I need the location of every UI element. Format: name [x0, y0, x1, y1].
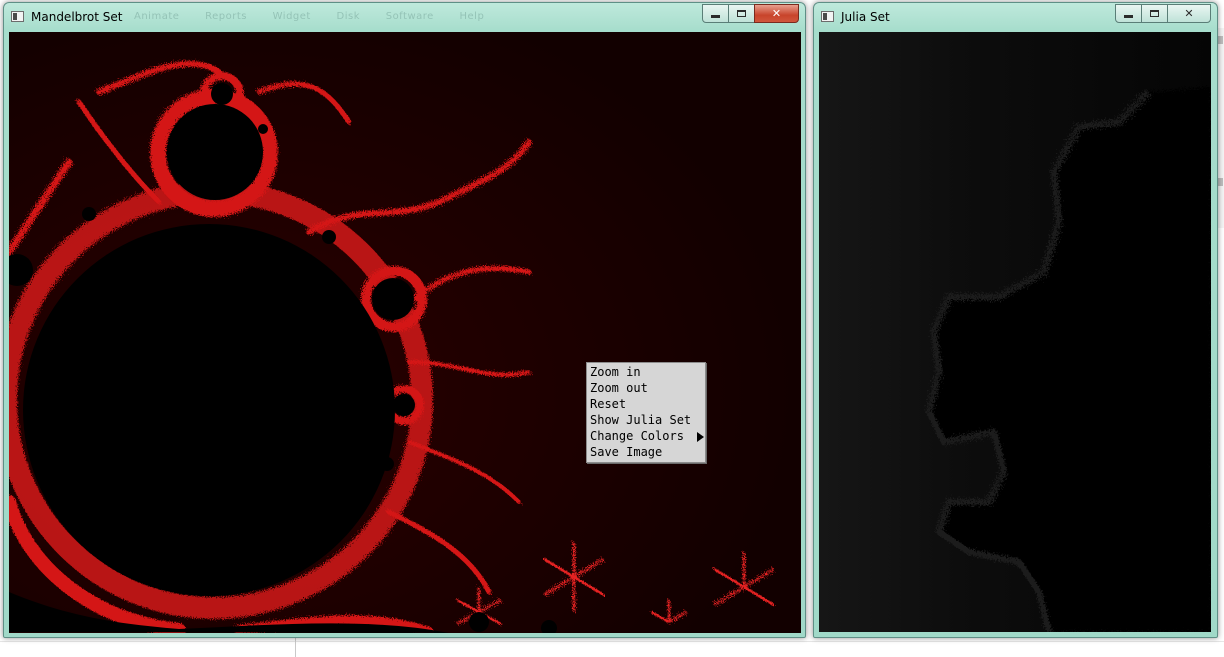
ghost-menu-item: Animate	[134, 11, 180, 22]
ghost-menu-bar: Animate Reports Widget Disk Software Hel…	[134, 11, 506, 22]
menu-item-reset[interactable]: Reset	[587, 396, 705, 412]
submenu-arrow-icon	[697, 432, 704, 442]
menu-item-label: Zoom out	[590, 381, 648, 395]
window-controls: ✕	[1115, 4, 1211, 23]
julia-canvas[interactable]	[819, 32, 1211, 632]
maximize-button[interactable]	[1141, 4, 1168, 23]
ghost-menu-item: Widget	[272, 11, 311, 22]
menu-item-show-julia-set[interactable]: Show Julia Set	[587, 412, 705, 428]
minimize-icon	[1124, 15, 1133, 18]
julia-window-title: Julia Set	[841, 10, 890, 24]
mandelbrot-canvas[interactable]	[9, 32, 801, 633]
maximize-icon	[737, 10, 746, 17]
context-menu: Zoom in Zoom out Reset Show Julia Set Ch…	[586, 362, 706, 463]
menu-item-zoom-out[interactable]: Zoom out	[587, 380, 705, 396]
close-button[interactable]: ✕	[754, 4, 799, 23]
minimize-button[interactable]	[1115, 4, 1142, 23]
menu-item-zoom-in[interactable]: Zoom in	[587, 364, 705, 380]
julia-render	[819, 32, 1211, 632]
minimize-button[interactable]	[702, 4, 729, 23]
ghost-menu-item: Disk	[336, 11, 361, 22]
ghost-menu-item: Help	[459, 11, 485, 22]
mandelbrot-window-title: Mandelbrot Set	[31, 10, 123, 24]
julia-titlebar[interactable]: Julia Set ✕	[814, 3, 1217, 31]
minimize-icon	[711, 15, 720, 18]
menu-item-save-image[interactable]: Save Image	[587, 444, 705, 460]
maximize-icon	[1150, 10, 1159, 17]
background-divider-vertical	[295, 636, 296, 657]
menu-item-label: Save Image	[590, 445, 663, 459]
menu-item-change-colors[interactable]: Change Colors	[587, 428, 705, 444]
menu-item-label: Zoom in	[590, 365, 641, 379]
close-button[interactable]: ✕	[1167, 4, 1211, 23]
mandelbrot-render	[9, 32, 801, 633]
app-window-icon[interactable]	[11, 11, 24, 22]
maximize-button[interactable]	[728, 4, 755, 23]
ghost-menu-item: Reports	[205, 11, 247, 22]
close-icon: ✕	[1184, 7, 1194, 20]
close-icon: ✕	[771, 7, 782, 20]
ghost-menu-item: Software	[385, 11, 434, 22]
mandelbrot-window: Mandelbrot Set Animate Reports Widget Di…	[3, 2, 806, 638]
window-controls: ✕	[702, 4, 799, 23]
menu-item-label: Change Colors	[590, 429, 684, 443]
background-divider	[0, 641, 1224, 642]
menu-item-label: Reset	[590, 397, 627, 411]
mandelbrot-titlebar[interactable]: Mandelbrot Set Animate Reports Widget Di…	[4, 3, 805, 31]
julia-window: Julia Set ✕	[813, 2, 1218, 638]
app-window-icon[interactable]	[821, 11, 834, 22]
menu-item-label: Show Julia Set	[590, 413, 692, 427]
